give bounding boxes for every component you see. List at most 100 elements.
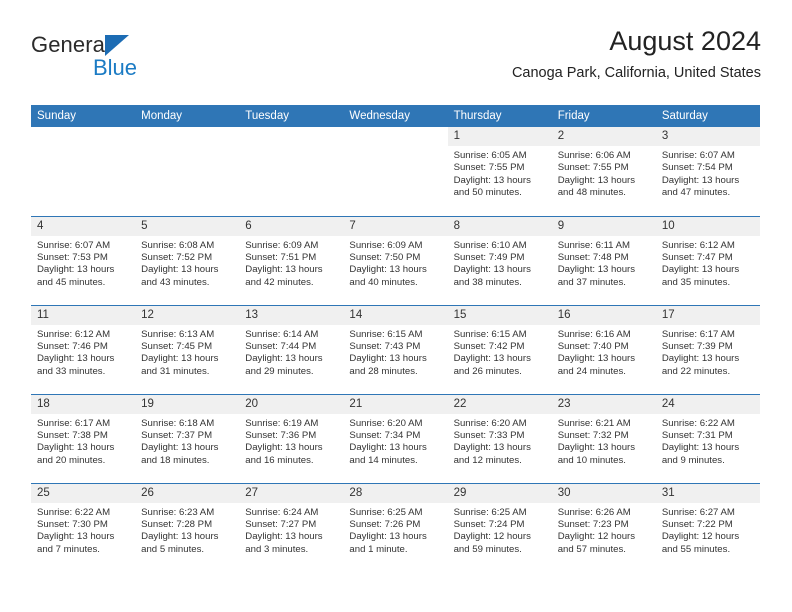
day-details: Sunrise: 6:22 AM Sunset: 7:31 PM Daylight:… — [656, 414, 760, 468]
sunrise-text: Sunrise: 6:12 AM — [37, 328, 111, 340]
calendar-day-cell[interactable]: 28 Sunrise: 6:25 AM Sunset: 7:26 PM Dayligh… — [343, 482, 448, 572]
sunset-text: Sunset: 7:33 PM — [453, 429, 525, 441]
day-number: 17 — [655, 305, 760, 325]
day-details — [343, 146, 447, 150]
calendar-day-cell[interactable]: 22 Sunrise: 6:20 AM Sunset: 7:33 PM Dayligh… — [447, 393, 552, 483]
daylight-text-line2: and 47 minutes. — [661, 187, 731, 199]
sunrise-text: Sunrise: 6:19 AM — [245, 417, 319, 429]
calendar-day-cell[interactable]: 11 Sunrise: 6:12 AM Sunset: 7:46 PM Dayligh… — [31, 304, 136, 394]
calendar-day-cell[interactable]: 20 Sunrise: 6:19 AM Sunset: 7:36 PM Dayligh… — [239, 393, 344, 483]
sunset-text: Sunset: 7:43 PM — [349, 340, 421, 352]
calendar-day-cell[interactable]: 17 Sunrise: 6:17 AM Sunset: 7:39 PM Dayligh… — [655, 304, 760, 394]
sunset-text: Sunset: 7:55 PM — [453, 162, 525, 174]
sunset-text: Sunset: 7:36 PM — [245, 429, 317, 441]
calendar-day-cell[interactable]: 6 Sunrise: 6:09 AM Sunset: 7:51 PM Daylight… — [239, 215, 344, 305]
calendar-day-cell[interactable]: 5 Sunrise: 6:08 AM Sunset: 7:52 PM Daylight… — [135, 215, 240, 305]
daylight-text-line2: and 5 minutes. — [141, 543, 205, 555]
calendar-day-cell[interactable]: 23 Sunrise: 6:21 AM Sunset: 7:32 PM Dayligh… — [551, 393, 656, 483]
day-number: 22 — [447, 394, 552, 414]
calendar-day-cell[interactable]: 14 Sunrise: 6:15 AM Sunset: 7:43 PM Dayligh… — [343, 304, 448, 394]
daylight-text-line1: Daylight: 13 hours — [141, 531, 219, 543]
calendar-day-cell[interactable]: 7 Sunrise: 6:09 AM Sunset: 7:50 PM Daylight… — [343, 215, 448, 305]
day-number: 19 — [135, 394, 240, 414]
day-number: 5 — [135, 216, 240, 236]
weekday-header-sunday: Sunday — [31, 105, 136, 127]
page-title: August 2024 — [609, 26, 761, 56]
day-details: Sunrise: 6:09 AM Sunset: 7:50 PM Daylight:… — [343, 236, 447, 290]
daylight-text-line1: Daylight: 13 hours — [141, 264, 219, 276]
day-details: Sunrise: 6:20 AM Sunset: 7:34 PM Daylight:… — [343, 414, 447, 468]
daylight-text-line1: Daylight: 13 hours — [141, 353, 219, 365]
calendar-day-cell[interactable]: 10 Sunrise: 6:12 AM Sunset: 7:47 PM Dayligh… — [655, 215, 760, 305]
calendar-day-cell[interactable]: 12 Sunrise: 6:13 AM Sunset: 7:45 PM Dayligh… — [135, 304, 240, 394]
day-number: 13 — [239, 305, 344, 325]
sunrise-text: Sunrise: 6:18 AM — [141, 417, 215, 429]
calendar-week-row: 25 Sunrise: 6:22 AM Sunset: 7:30 PM Dayligh… — [31, 482, 760, 572]
day-number: 3 — [655, 127, 760, 146]
day-details: Sunrise: 6:25 AM Sunset: 7:26 PM Daylight:… — [343, 503, 447, 557]
day-details: Sunrise: 6:23 AM Sunset: 7:28 PM Daylight:… — [135, 503, 239, 557]
calendar-day-cell[interactable]: 19 Sunrise: 6:18 AM Sunset: 7:37 PM Dayligh… — [135, 393, 240, 483]
sunrise-text: Sunrise: 6:22 AM — [37, 506, 111, 518]
sunset-text: Sunset: 7:39 PM — [661, 340, 733, 352]
calendar-day-cell[interactable]: 25 Sunrise: 6:22 AM Sunset: 7:30 PM Dayligh… — [31, 482, 136, 572]
daylight-text-line1: Daylight: 13 hours — [245, 353, 323, 365]
calendar-day-cell[interactable]: 16 Sunrise: 6:16 AM Sunset: 7:40 PM Dayligh… — [551, 304, 656, 394]
daylight-text-line2: and 55 minutes. — [661, 543, 731, 555]
calendar-week-row: 11 Sunrise: 6:12 AM Sunset: 7:46 PM Dayligh… — [31, 304, 760, 394]
weekday-header-thursday: Thursday — [447, 105, 552, 127]
sunset-text: Sunset: 7:50 PM — [349, 251, 421, 263]
daylight-text-line1: Daylight: 13 hours — [453, 442, 531, 454]
sunrise-text: Sunrise: 6:15 AM — [453, 328, 527, 340]
page-header: General Blue August 2024 Canoga Park, Ca… — [31, 24, 761, 96]
sunrise-text: Sunrise: 6:14 AM — [245, 328, 319, 340]
sunrise-text: Sunrise: 6:09 AM — [349, 239, 423, 251]
calendar-day-cell[interactable]: 15 Sunrise: 6:15 AM Sunset: 7:42 PM Dayligh… — [447, 304, 552, 394]
calendar-day-cell[interactable]: 18 Sunrise: 6:17 AM Sunset: 7:38 PM Dayligh… — [31, 393, 136, 483]
daylight-text-line1: Daylight: 13 hours — [453, 353, 531, 365]
daylight-text-line2: and 9 minutes. — [661, 454, 725, 466]
page-subtitle: Canoga Park, California, United States — [511, 65, 761, 81]
calendar-day-cell[interactable]: 21 Sunrise: 6:20 AM Sunset: 7:34 PM Dayligh… — [343, 393, 448, 483]
calendar-day-cell[interactable]: 9 Sunrise: 6:11 AM Sunset: 7:48 PM Daylight… — [551, 215, 656, 305]
calendar-day-cell-empty — [239, 127, 344, 216]
daylight-text-line1: Daylight: 13 hours — [245, 264, 323, 276]
sunrise-text: Sunrise: 6:13 AM — [141, 328, 215, 340]
generalblue-logo[interactable]: General Blue — [31, 32, 251, 90]
daylight-text-line1: Daylight: 13 hours — [453, 264, 531, 276]
daylight-text-line2: and 59 minutes. — [453, 543, 522, 555]
day-number: 11 — [31, 305, 136, 325]
sunset-text: Sunset: 7:26 PM — [349, 518, 421, 530]
daylight-text-line1: Daylight: 13 hours — [557, 353, 636, 365]
calendar-table: Sunday Monday Tuesday Wednesday Thursday… — [31, 105, 760, 572]
calendar-day-cell[interactable]: 2 Sunrise: 6:06 AM Sunset: 7:55 PM Daylight… — [551, 127, 656, 216]
sunrise-text: Sunrise: 6:21 AM — [557, 417, 631, 429]
calendar-day-cell[interactable]: 1 Sunrise: 6:05 AM Sunset: 7:55 PM Daylight… — [447, 127, 552, 216]
calendar-day-cell[interactable]: 24 Sunrise: 6:22 AM Sunset: 7:31 PM Dayligh… — [655, 393, 760, 483]
calendar-day-cell[interactable]: 29 Sunrise: 6:25 AM Sunset: 7:24 PM Dayligh… — [447, 482, 552, 572]
sunset-text: Sunset: 7:30 PM — [37, 518, 108, 530]
day-number: 28 — [343, 483, 448, 503]
calendar-day-cell[interactable]: 8 Sunrise: 6:10 AM Sunset: 7:49 PM Daylight… — [447, 215, 552, 305]
calendar-day-cell[interactable]: 3 Sunrise: 6:07 AM Sunset: 7:54 PM Daylight… — [655, 127, 760, 216]
daylight-text-line1: Daylight: 13 hours — [661, 264, 740, 276]
calendar-page: General Blue August 2024 Canoga Park, Ca… — [0, 0, 792, 612]
day-number: 14 — [343, 305, 448, 325]
day-details: Sunrise: 6:19 AM Sunset: 7:36 PM Daylight:… — [239, 414, 343, 468]
calendar-day-cell[interactable]: 30 Sunrise: 6:26 AM Sunset: 7:23 PM Dayligh… — [551, 482, 656, 572]
calendar-day-cell[interactable]: 4 Sunrise: 6:07 AM Sunset: 7:53 PM Daylight… — [31, 215, 136, 305]
day-details: Sunrise: 6:09 AM Sunset: 7:51 PM Daylight:… — [239, 236, 343, 290]
day-details: Sunrise: 6:07 AM Sunset: 7:54 PM Daylight:… — [656, 146, 760, 200]
calendar-day-cell[interactable]: 26 Sunrise: 6:23 AM Sunset: 7:28 PM Dayligh… — [135, 482, 240, 572]
calendar-day-cell[interactable]: 27 Sunrise: 6:24 AM Sunset: 7:27 PM Dayligh… — [239, 482, 344, 572]
daylight-text-line2: and 31 minutes. — [141, 365, 210, 377]
sunset-text: Sunset: 7:44 PM — [245, 340, 317, 352]
day-number: 31 — [655, 483, 760, 503]
day-number: 10 — [655, 216, 760, 236]
day-details: Sunrise: 6:24 AM Sunset: 7:27 PM Daylight:… — [239, 503, 343, 557]
day-details: Sunrise: 6:07 AM Sunset: 7:53 PM Daylight:… — [31, 236, 135, 290]
calendar-day-cell[interactable]: 31 Sunrise: 6:27 AM Sunset: 7:22 PM Dayligh… — [655, 482, 760, 572]
daylight-text-line2: and 1 minute. — [349, 543, 408, 555]
calendar-day-cell[interactable]: 13 Sunrise: 6:14 AM Sunset: 7:44 PM Dayligh… — [239, 304, 344, 394]
sunset-text: Sunset: 7:53 PM — [37, 251, 108, 263]
